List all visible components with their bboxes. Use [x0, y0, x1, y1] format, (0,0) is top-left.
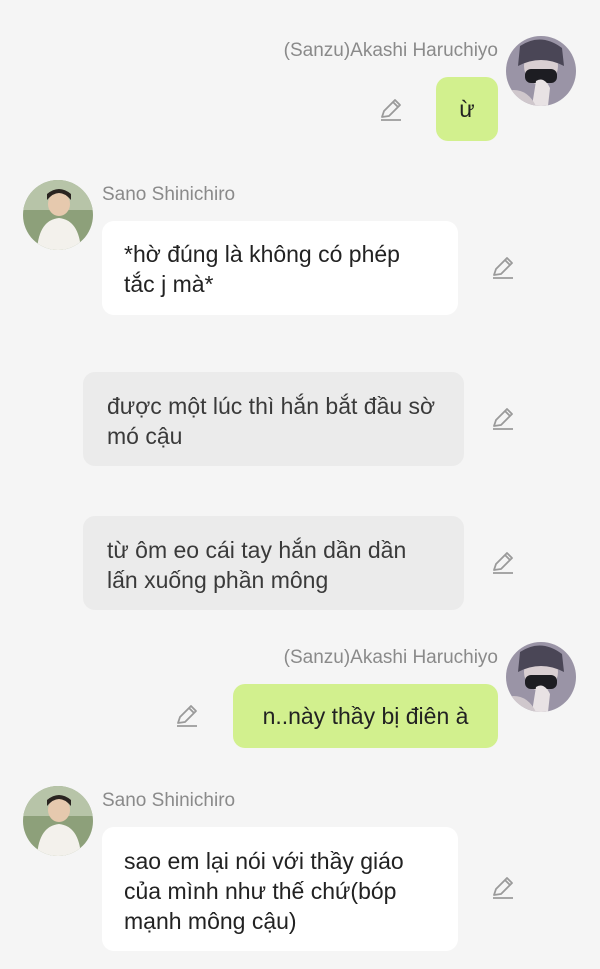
sender-name-shinichiro: Sano Shinichiro [102, 790, 236, 811]
edit-icon[interactable] [490, 406, 516, 432]
narration-bubble-2[interactable]: từ ôm eo cái tay hắn dần dần lấn xuống p… [83, 516, 464, 610]
sender-name-sanzu: (Sanzu)Akashi Haruchiyo [283, 647, 498, 668]
avatar-shinichiro[interactable] [23, 180, 93, 250]
message-bubble-shinichiro-1[interactable]: *hờ đúng là không có phép tắc j mà* [102, 221, 458, 315]
sender-name-sanzu: (Sanzu)Akashi Haruchiyo [283, 40, 498, 61]
message-bubble-shinichiro-2[interactable]: sao em lại nói với thầy giáo của mình nh… [102, 827, 458, 951]
edit-icon[interactable] [490, 550, 516, 576]
narration-bubble-1[interactable]: được một lúc thì hắn bắt đầu sờ mó cậu [83, 372, 464, 466]
message-bubble-sanzu-1[interactable]: ừ [436, 77, 498, 141]
avatar-sanzu[interactable] [506, 642, 576, 712]
avatar-shinichiro[interactable] [23, 786, 93, 856]
sender-name-shinichiro: Sano Shinichiro [102, 184, 236, 205]
edit-icon[interactable] [490, 875, 516, 901]
edit-icon[interactable] [174, 703, 200, 729]
edit-icon[interactable] [490, 255, 516, 281]
edit-icon[interactable] [378, 97, 404, 123]
message-bubble-sanzu-2[interactable]: n..này thầy bị điên à [233, 684, 498, 748]
avatar-sanzu[interactable] [506, 36, 576, 106]
